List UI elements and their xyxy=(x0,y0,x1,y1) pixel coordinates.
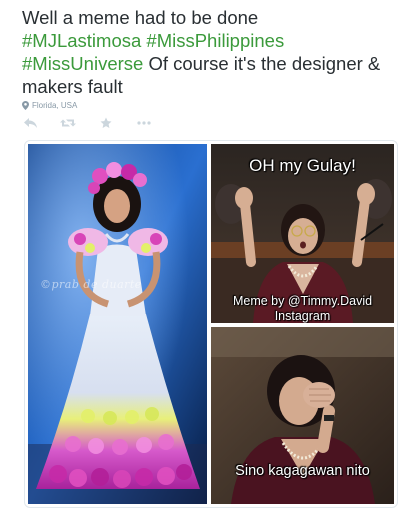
meme-credit-line1: Meme by @Timmy.David xyxy=(232,294,373,308)
location-pin-icon xyxy=(22,100,29,110)
hashtag-missphilippines[interactable]: #MissPhilippines xyxy=(146,30,284,51)
tweet-text-lead: Well a meme had to be done xyxy=(22,7,259,28)
gown-illustration xyxy=(28,144,207,504)
tweet-actions xyxy=(22,115,152,131)
photo-watermark: ©prab de duarte xyxy=(40,278,142,291)
tweet-location[interactable]: Florida, USA xyxy=(22,98,77,112)
more-icon xyxy=(137,121,151,125)
tweet-text: Well a meme had to be done #MJLastimosa … xyxy=(22,6,412,98)
favorite-icon xyxy=(100,117,112,128)
hashtag-mjlastimosa[interactable]: #MJLastimosa xyxy=(22,30,141,51)
meme-panel-bottom[interactable]: Sino kagagawan nito xyxy=(211,327,394,504)
gown-photo[interactable]: ©prab de duarte xyxy=(28,144,207,504)
favorite-button[interactable] xyxy=(98,115,114,131)
retweet-button[interactable] xyxy=(60,115,76,131)
retweet-icon xyxy=(60,119,76,127)
meme-caption-bottom: Sino kagagawan nito xyxy=(235,463,370,479)
meme-credit-line2: Instagram xyxy=(274,309,331,323)
meme-credit: Meme by @Timmy.David Instagram xyxy=(211,294,394,323)
meme-panel-top[interactable]: OH my Gulay! Meme by @Timmy.David Instag… xyxy=(211,144,394,323)
location-label: Florida, USA xyxy=(32,100,78,110)
hashtag-missuniverse[interactable]: #MissUniverse xyxy=(22,53,143,74)
meme-caption-top: OH my Gulay! xyxy=(249,156,356,175)
tweet-media[interactable]: ©prab de duarte OH my Gulay! Meme by @Ti… xyxy=(24,140,398,508)
reply-icon xyxy=(23,118,37,128)
more-button[interactable] xyxy=(136,115,152,131)
reply-button[interactable] xyxy=(22,115,38,131)
